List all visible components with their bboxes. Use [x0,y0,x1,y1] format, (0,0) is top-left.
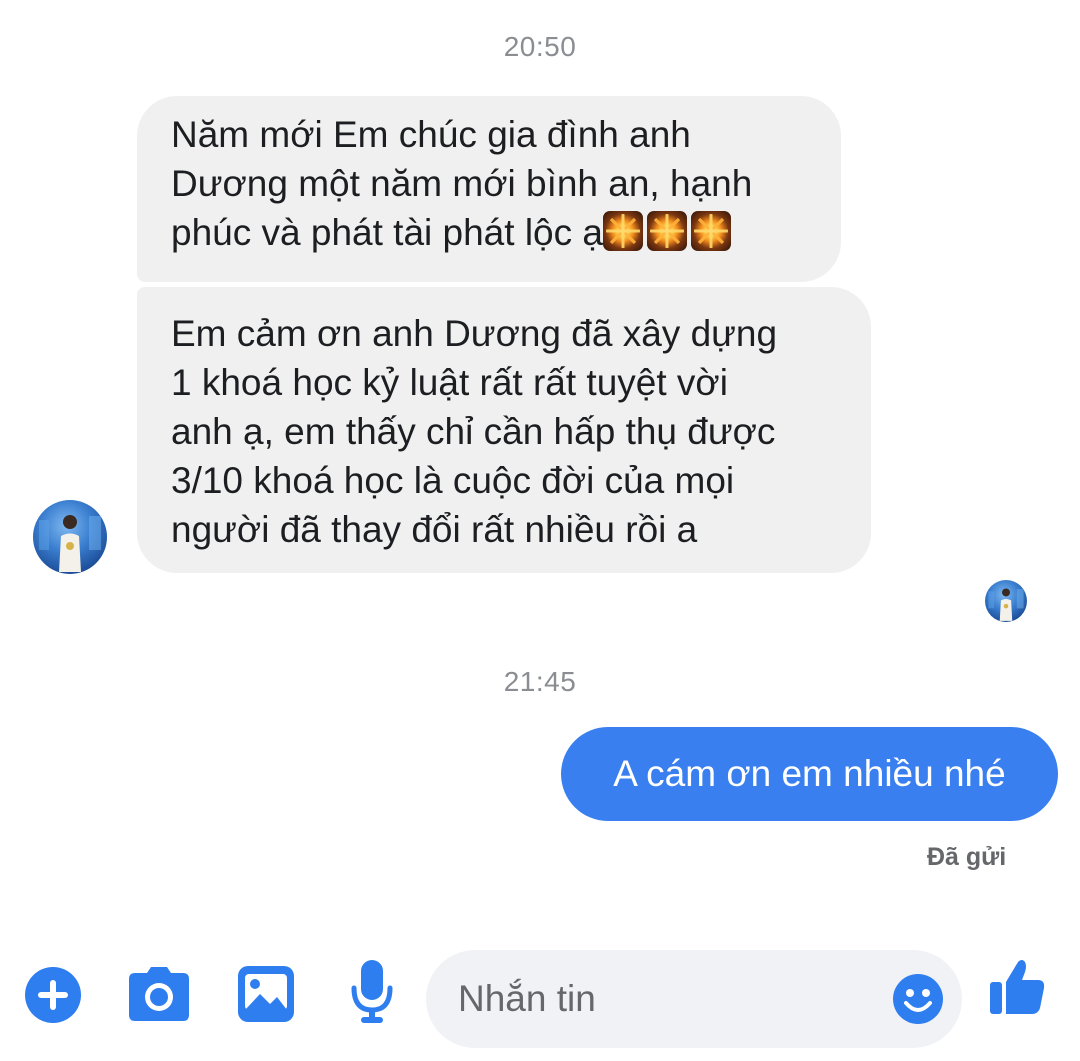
message-line: Em cảm ơn anh Dương đã xây dựng [171,313,778,354]
thumbs-up-icon[interactable] [988,958,1046,1016]
message-line: 3/10 khoá học là cuộc đời của mọi [171,460,735,501]
read-receipt-avatar [985,580,1027,622]
message-line-text: phúc và phát tài phát lộc ạ [171,212,603,253]
message-line-with-emoji: phúc và phát tài phát lộc ạ [171,208,807,257]
person-photo-icon [988,588,1024,621]
message-line: Dương một năm mới bình an, hạnh [171,163,753,204]
fireworks-emoji-group [602,208,731,257]
message-line: anh ạ, em thấy chỉ cần hấp thụ được [171,411,776,452]
microphone-icon[interactable] [351,960,393,1024]
outgoing-message-bubble[interactable]: A cám ơn em nhiều nhé [561,727,1058,821]
timestamp-2: 21:45 [503,666,577,697]
fireworks-emoji-icon [690,211,731,251]
fireworks-emoji-icon [646,211,687,251]
message-input[interactable]: Nhắn tin [426,950,962,1048]
camera-icon[interactable] [129,967,189,1021]
image-icon[interactable] [238,966,294,1022]
emoji-icon[interactable] [892,973,944,1025]
person-photo-icon [39,515,101,572]
fireworks-emoji-icon [602,211,643,251]
message-input-placeholder: Nhắn tin [458,978,596,1019]
plus-icon[interactable] [24,966,82,1024]
messenger-chat-screen: 20:50 Năm mới Em chúc gia đình anh Dương… [0,0,1080,1061]
message-line: 1 khoá học kỷ luật rất rất tuyệt vời [171,362,728,403]
sent-status: Đã gửi [927,843,1007,871]
message-line: Năm mới Em chúc gia đình anh [171,114,691,155]
message-line: người đã thay đổi rất nhiều rồi a [171,509,698,550]
sender-avatar[interactable] [33,500,107,574]
timestamp-1: 20:50 [503,31,577,62]
incoming-message-bubble[interactable]: Em cảm ơn anh Dương đã xây dựng 1 khoá h… [137,287,871,573]
incoming-message-bubble[interactable]: Năm mới Em chúc gia đình anh Dương một n… [137,96,841,282]
